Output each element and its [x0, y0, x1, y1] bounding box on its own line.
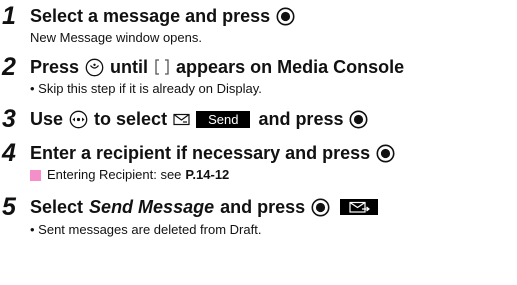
step-subtext: • Skip this step if it is already on Dis…: [30, 81, 262, 96]
step-title-text: to select: [94, 109, 168, 129]
step-title-emphasis: Send Message: [89, 197, 215, 217]
step-title: Select a message and press: [30, 5, 295, 27]
page-reference-link[interactable]: P.14-12: [185, 167, 229, 183]
media-console-key-icon: [85, 58, 104, 76]
step-title: Enter a recipient if necessary and press: [30, 142, 395, 164]
step-subtext: New Message window opens.: [30, 30, 202, 45]
step-number: 2: [2, 53, 16, 81]
step-subtext: • Sent messages are deleted from Draft.: [30, 222, 262, 237]
reference-marker-icon: [30, 169, 41, 181]
step-title: Select Send Message and press: [30, 196, 379, 218]
step-title-text: until: [110, 57, 149, 77]
step-number: 1: [2, 2, 16, 30]
reference-text: Entering Recipient: see: [47, 167, 182, 182]
center-key-icon: [311, 198, 330, 216]
step-number: 3: [2, 105, 16, 133]
step-number: 5: [2, 193, 16, 221]
center-key-icon: [376, 144, 395, 162]
step-title-text: Select: [30, 197, 84, 217]
step-number: 4: [2, 139, 16, 167]
display-area-icon: [155, 59, 169, 75]
step-title-text: and press: [258, 109, 344, 129]
send-softkey-label: Send: [196, 110, 251, 128]
step-title-text: Select a message and press: [30, 6, 271, 26]
center-key-icon: [349, 110, 368, 128]
envelope-icon: [173, 113, 190, 125]
step-subtext: Entering Recipient: see P.14-12: [30, 167, 229, 183]
step-title-text: Press: [30, 57, 80, 77]
side-navigation-key-icon: [69, 110, 88, 128]
step-title-text: and press: [220, 197, 306, 217]
mail-send-key-icon: [340, 199, 379, 215]
step-title-text: Use: [30, 109, 64, 129]
step-title: Press until appears on Media Console: [30, 56, 404, 78]
step-title-text: Enter a recipient if necessary and press: [30, 143, 371, 163]
step-title: Use to select Send and press: [30, 108, 368, 130]
center-key-icon: [276, 7, 295, 25]
step-title-text: appears on Media Console: [176, 57, 405, 77]
